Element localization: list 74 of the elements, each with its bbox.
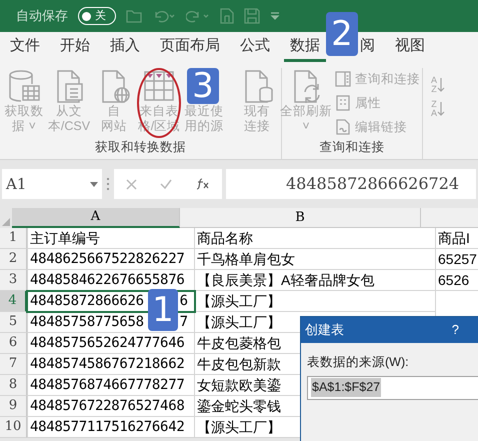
table-cell-text: 48485758775658	[30, 312, 144, 332]
table-cell-text: 6	[180, 292, 188, 310]
dropdown-icon	[90, 182, 98, 186]
table-cell-text: 4848584622676655876	[29, 270, 184, 290]
column-header[interactable]: B	[180, 208, 421, 228]
down-arrow-icon	[437, 77, 446, 93]
group-label: 查询和连接	[320, 139, 384, 156]
ribbon-tab[interactable]: 开始	[54, 34, 96, 62]
panel-icon	[335, 71, 351, 88]
table-cell-text: 4848575652624777646	[29, 334, 184, 352]
row-header[interactable]: 3	[0, 270, 27, 291]
autosave-label: 自动保存	[16, 7, 68, 26]
table-cell-text: 牛皮包包新款	[196, 354, 281, 374]
column-header[interactable]	[421, 208, 478, 228]
row-header[interactable]: 5	[0, 312, 27, 333]
insert-function-icon[interactable]	[196, 178, 210, 190]
properties-icon	[335, 95, 351, 112]
table-cell-text: 4848574586767218662	[29, 354, 184, 374]
table-cell-text: 4848576722876527468	[29, 396, 184, 416]
step-badge: 1	[148, 289, 178, 331]
redo-icon[interactable]	[186, 9, 210, 23]
ribbon-tab[interactable]: 插入	[104, 34, 146, 62]
row-header[interactable]: 1	[0, 228, 27, 249]
group-label: 获取和转换数据	[95, 139, 186, 156]
table-cell-text: 主订单编号	[29, 228, 100, 248]
select-all-icon[interactable]	[2, 218, 10, 226]
ribbon-tab[interactable]: 文件	[4, 34, 46, 62]
row-header[interactable]: 2	[0, 249, 27, 270]
table-cell-text: 牛皮包菱格包	[196, 334, 281, 352]
link-document-icon	[335, 118, 351, 135]
step-badge: 3	[187, 68, 219, 104]
down-arrow-icon	[437, 101, 446, 117]
table-cell-text: 7	[180, 312, 188, 332]
drag-handle-icon[interactable]	[106, 177, 110, 191]
ribbon-tab[interactable]: 视图	[389, 34, 431, 62]
row-header[interactable]: 9	[0, 396, 27, 417]
database-icon	[7, 68, 41, 104]
table-cell-text: 鎏金蛇头零钱	[196, 396, 281, 416]
customize-menu-icon[interactable]	[270, 11, 280, 21]
range-field[interactable]: $A$1:$F$27	[307, 376, 478, 400]
row-header[interactable]: 8	[0, 375, 27, 396]
table-cell-text: 女短款欧美鎏	[196, 376, 281, 394]
enter-check-icon[interactable]	[160, 179, 172, 189]
step-badge: 2	[326, 12, 358, 56]
table-cell-text: 4848577117516276642	[29, 418, 184, 436]
save-icon[interactable]	[244, 8, 260, 24]
row-header[interactable]: 10	[0, 417, 27, 438]
column-header[interactable]: A	[12, 208, 180, 228]
name-box[interactable]: A1	[2, 169, 102, 199]
table-cell-text: 【良辰美景】A轻奢品牌女包	[196, 270, 374, 290]
dialog-title: 创建表	[305, 321, 344, 340]
ribbon-button[interactable]: 3 最近使 用的源	[182, 68, 226, 138]
ribbon-tab[interactable]: 页面布局	[154, 34, 226, 62]
row-header[interactable]: 6	[0, 333, 27, 354]
table-cell-text: 4848576874667778277	[29, 376, 184, 394]
row-header[interactable]: 7	[0, 354, 27, 375]
table-cell-text: 48485872866626	[30, 292, 144, 310]
table-cell-text: 4848625667522826227	[29, 250, 184, 268]
field-label: 表数据的来源(W):	[307, 354, 410, 371]
table-cell-text: 65257	[437, 250, 477, 268]
table-cell-text: 千鸟格单肩包女	[196, 250, 295, 268]
table-cell-text: 【源头工厂】	[196, 312, 281, 332]
ribbon-tab[interactable]: 公式	[234, 34, 276, 62]
autosave-toggle[interactable]: 关	[78, 7, 116, 25]
folder-icon[interactable]	[126, 9, 142, 23]
table-cell-text: 6526	[437, 270, 470, 290]
cancel-icon[interactable]	[126, 178, 137, 190]
table-cell-text: 商品I	[437, 228, 470, 248]
row-header[interactable]: 4	[0, 291, 27, 312]
table-cell-text: 商品名称	[196, 228, 253, 248]
table-cell-text: 【源头工厂】	[196, 418, 281, 436]
formula-input[interactable]: 48485872866626724	[226, 169, 476, 199]
table-cell-text: 【源头工厂】	[196, 292, 281, 310]
help-button[interactable]: ?	[452, 320, 459, 340]
